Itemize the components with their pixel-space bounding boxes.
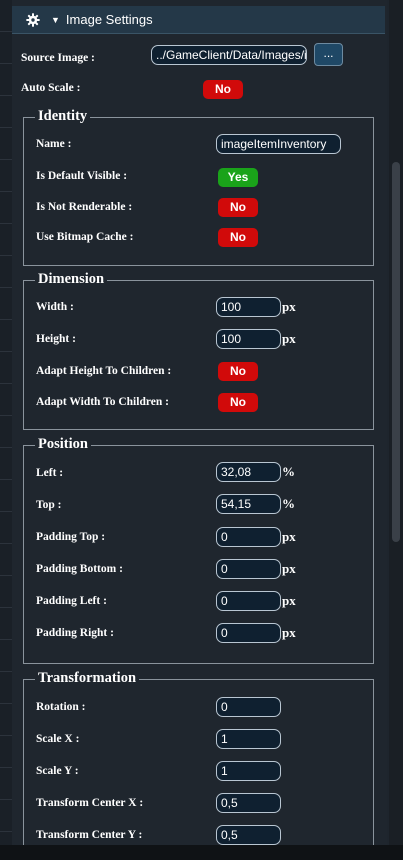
- source-image-field[interactable]: ../GameClient/Data/Images/imageItemInven…: [151, 45, 307, 65]
- name-field[interactable]: imageItemInventory: [216, 134, 341, 154]
- section-header[interactable]: ▼ Image Settings: [12, 6, 385, 34]
- left-field[interactable]: 32,08: [216, 462, 281, 482]
- padding-right-unit: px: [282, 625, 296, 640]
- dimension-title: Dimension: [35, 271, 108, 287]
- transformation-title: Transformation: [35, 670, 140, 686]
- bitmap-cache-toggle[interactable]: No: [218, 228, 258, 247]
- width-field[interactable]: 100: [216, 297, 281, 317]
- left-label: Left :: [36, 467, 64, 479]
- scale-x-field[interactable]: 1: [216, 729, 281, 749]
- rotation-field[interactable]: 0: [216, 697, 281, 717]
- padding-left-field[interactable]: 0: [216, 591, 281, 611]
- padding-right-field[interactable]: 0: [216, 623, 281, 643]
- scrollbar-thumb[interactable]: [392, 162, 400, 542]
- source-image-label: Source Image :: [21, 52, 95, 64]
- identity-title: Identity: [35, 108, 91, 124]
- top-label: Top :: [36, 499, 62, 511]
- padding-right-label: Padding Right :: [36, 627, 114, 639]
- rotation-label: Rotation :: [36, 701, 86, 713]
- auto-scale-toggle[interactable]: No: [203, 80, 243, 99]
- center-x-label: Transform Center X :: [36, 797, 144, 809]
- padding-bottom-field[interactable]: 0: [216, 559, 281, 579]
- bottom-bar: [0, 845, 403, 860]
- scale-x-label: Scale X :: [36, 733, 80, 745]
- padding-bottom-unit: px: [282, 561, 296, 576]
- center-y-label: Transform Center Y :: [36, 829, 143, 841]
- section-title: Image Settings: [65, 12, 153, 27]
- name-label: Name :: [36, 138, 72, 150]
- top-unit: %: [282, 496, 295, 511]
- default-visible-toggle[interactable]: Yes: [218, 168, 258, 187]
- auto-scale-label: Auto Scale :: [21, 82, 81, 94]
- adapt-height-toggle[interactable]: No: [218, 362, 258, 381]
- padding-left-unit: px: [282, 593, 296, 608]
- scale-y-field[interactable]: 1: [216, 761, 281, 781]
- width-unit: px: [282, 299, 296, 314]
- adapt-height-label: Adapt Height To Children :: [36, 365, 172, 377]
- padding-top-label: Padding Top :: [36, 531, 106, 543]
- scale-y-label: Scale Y :: [36, 765, 79, 777]
- not-renderable-toggle[interactable]: No: [218, 198, 258, 217]
- padding-bottom-label: Padding Bottom :: [36, 563, 123, 575]
- adapt-width-toggle[interactable]: No: [218, 393, 258, 412]
- width-label: Width :: [36, 301, 74, 313]
- top-field[interactable]: 54,15: [216, 494, 281, 514]
- bitmap-cache-label: Use Bitmap Cache :: [36, 231, 134, 243]
- image-settings-panel: ▼ Image Settings Source Image : ../GameC…: [12, 0, 387, 845]
- position-title: Position: [35, 436, 91, 452]
- center-x-field[interactable]: 0,5: [216, 793, 281, 813]
- browse-button[interactable]: ...: [314, 43, 343, 66]
- padding-top-field[interactable]: 0: [216, 527, 281, 547]
- height-unit: px: [282, 331, 296, 346]
- padding-top-unit: px: [282, 529, 296, 544]
- adapt-width-label: Adapt Width To Children :: [36, 396, 169, 408]
- center-y-field[interactable]: 0,5: [216, 825, 281, 845]
- height-field[interactable]: 100: [216, 329, 281, 349]
- padding-left-label: Padding Left :: [36, 595, 107, 607]
- not-renderable-label: Is Not Renderable :: [36, 201, 133, 213]
- gear-icon[interactable]: [26, 12, 40, 27]
- left-unit: %: [282, 464, 295, 479]
- caret-down-icon[interactable]: ▼: [51, 15, 60, 25]
- height-label: Height :: [36, 333, 76, 345]
- default-visible-label: Is Default Visible :: [36, 170, 128, 182]
